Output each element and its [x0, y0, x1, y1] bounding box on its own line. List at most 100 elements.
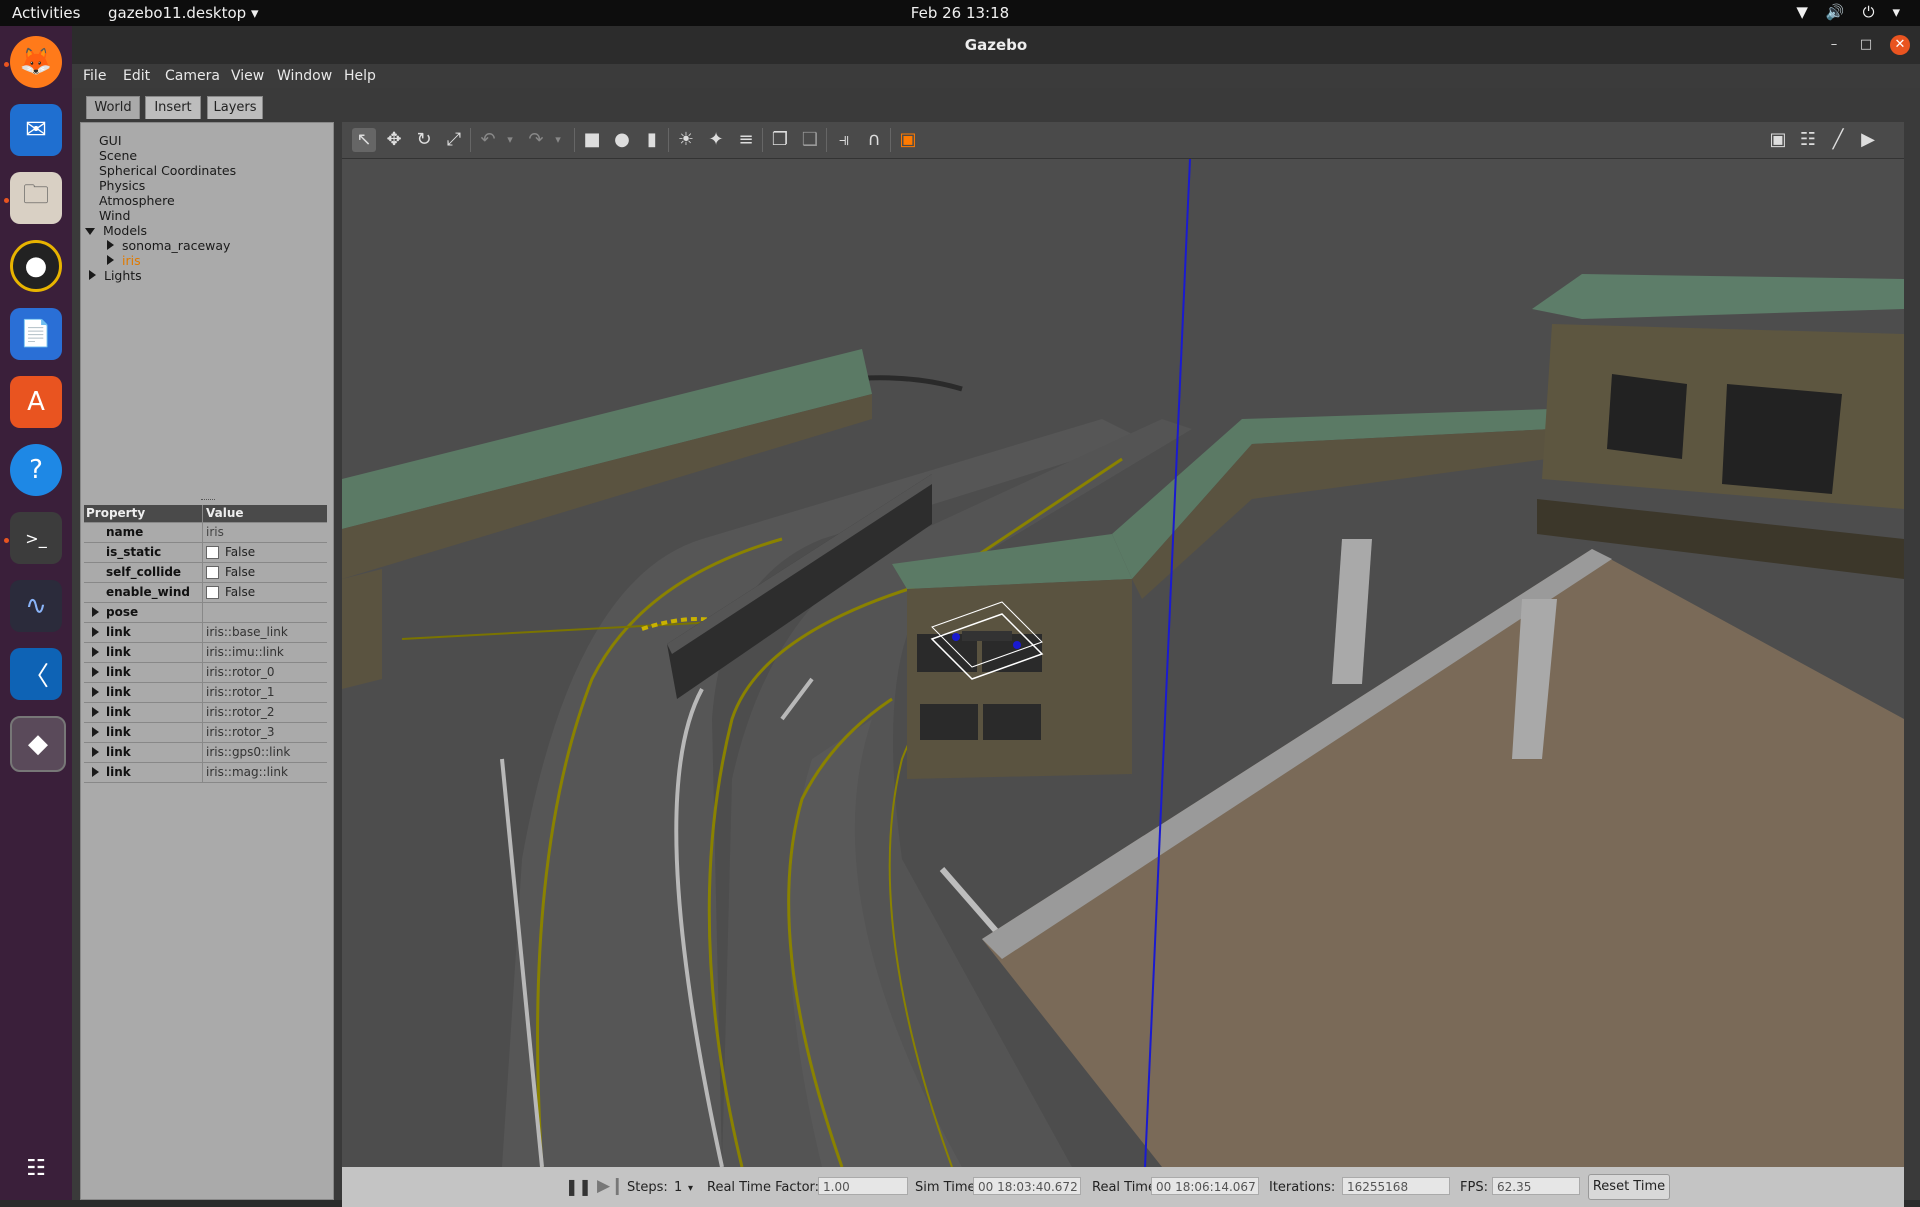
help-icon[interactable]: ? — [10, 444, 62, 496]
property-row-link[interactable]: link iris::rotor_1 — [84, 683, 327, 703]
menu-bar: File Edit Camera View Window Help — [72, 64, 1920, 88]
volume-icon: 🔊 — [1825, 3, 1845, 21]
property-value: iris::gps0::link — [206, 745, 291, 759]
minimize-icon[interactable]: – — [1824, 35, 1844, 55]
writer-icon[interactable]: 📄 — [10, 308, 62, 360]
property-row-link[interactable]: link iris::rotor_3 — [84, 723, 327, 743]
chevron-down-icon[interactable]: ▾ — [546, 128, 570, 152]
property-row-link[interactable]: link iris::mag::link — [84, 763, 327, 783]
tab-layers[interactable]: Layers — [207, 96, 263, 119]
app-menu[interactable]: gazebo11.desktop ▾ — [108, 4, 259, 22]
pause-icon[interactable]: ❚❚ — [565, 1177, 592, 1196]
chevron-down-icon[interactable]: ▾ — [498, 128, 522, 152]
menu-help[interactable]: Help — [344, 68, 376, 84]
column-divider — [202, 603, 203, 622]
snap-icon[interactable]: ∩ — [862, 128, 886, 152]
clock[interactable]: Feb 26 13:18 — [0, 4, 1920, 22]
menu-view[interactable]: View — [231, 68, 264, 84]
property-row-link[interactable]: link iris::imu::link — [84, 643, 327, 663]
maximize-icon[interactable]: □ — [1856, 35, 1876, 55]
scale-mode-icon[interactable]: ⤢ — [442, 128, 466, 152]
undo-icon[interactable]: ↶ — [476, 128, 500, 152]
paste-icon[interactable]: ❑ — [798, 128, 822, 152]
tree-item-iris[interactable]: iris — [107, 253, 141, 268]
software-center-icon[interactable]: A — [10, 376, 62, 428]
expand-right-icon — [92, 767, 99, 777]
copy-icon[interactable]: ❐ — [768, 128, 792, 152]
files-icon[interactable]: 🗀 — [10, 172, 62, 224]
dock: 🦊 ✉ 🗀 ● 📄 A ? >_ ∿ 〈 ◆ ☷ — [0, 26, 72, 1200]
window-titlebar[interactable]: Gazebo – □ ✕ — [72, 26, 1920, 64]
tree-item-spherical-coordinates[interactable]: Spherical Coordinates — [99, 163, 236, 178]
property-row-link[interactable]: link iris::base_link — [84, 623, 327, 643]
tree-item-physics[interactable]: Physics — [99, 178, 145, 193]
splitter-handle[interactable] — [201, 499, 215, 502]
enable-wind-checkbox[interactable] — [206, 586, 219, 599]
tab-world[interactable]: World — [86, 96, 140, 119]
property-value[interactable]: iris — [206, 525, 224, 539]
firefox-icon[interactable]: 🦊 — [10, 36, 62, 88]
point-light-icon[interactable]: ☀ — [674, 128, 698, 152]
property-key: is_static — [106, 545, 162, 559]
scene-toolbar: ↖ ✥ ↻ ⤢ ↶ ▾ ↷ ▾ ■ ● ▮ ☀ ✦ ≡ ❐ ❑ ⫣ ∩ ▣ ▣ … — [342, 122, 1904, 159]
gazebo-window: Gazebo – □ ✕ File Edit Camera View Windo… — [72, 26, 1920, 1207]
real-time-factor-field: 1.00 — [818, 1177, 908, 1195]
tree-item-models[interactable]: Models — [85, 223, 147, 238]
tree-item-gui[interactable]: GUI — [99, 133, 122, 148]
change-view-icon[interactable]: ▣ — [896, 128, 920, 152]
select-mode-icon[interactable]: ↖ — [352, 128, 376, 152]
property-value: iris::rotor_2 — [206, 705, 275, 719]
scene-viewport[interactable] — [342, 159, 1904, 1167]
sphere-shape-icon[interactable]: ● — [610, 128, 634, 152]
menu-camera[interactable]: Camera — [165, 68, 220, 84]
vscode-icon[interactable]: 〈 — [10, 648, 62, 700]
property-value: iris::imu::link — [206, 645, 284, 659]
iterations-label: Iterations: — [1269, 1180, 1336, 1195]
redo-icon[interactable]: ↷ — [524, 128, 548, 152]
step-icon[interactable]: ▶❙ — [597, 1176, 624, 1196]
tree-item-sonoma-raceway[interactable]: sonoma_raceway — [107, 238, 230, 253]
spot-light-icon[interactable]: ✦ — [704, 128, 728, 152]
video-record-icon[interactable]: ▶ — [1856, 128, 1880, 152]
terminal-icon[interactable]: >_ — [10, 512, 62, 564]
directional-light-icon[interactable]: ≡ — [734, 128, 758, 152]
rhythmbox-icon[interactable]: ● — [10, 240, 62, 292]
plot-icon[interactable]: ╱ — [1826, 128, 1850, 152]
self-collide-checkbox[interactable] — [206, 566, 219, 579]
steps-value[interactable]: 1 — [674, 1180, 682, 1195]
property-row-pose[interactable]: pose — [84, 603, 327, 623]
screenshot-icon[interactable]: ▣ — [1766, 128, 1790, 152]
cylinder-shape-icon[interactable]: ▮ — [640, 128, 664, 152]
rotate-mode-icon[interactable]: ↻ — [412, 128, 436, 152]
tree-item-lights[interactable]: Lights — [89, 268, 142, 283]
property-key: link — [106, 705, 131, 719]
tab-insert[interactable]: Insert — [145, 96, 201, 119]
property-row-link[interactable]: link iris::gps0::link — [84, 743, 327, 763]
box-shape-icon[interactable]: ■ — [580, 128, 604, 152]
system-tray[interactable]: ▼ 🔊 ⏻ ▾ — [1796, 3, 1900, 21]
tree-item-scene[interactable]: Scene — [99, 148, 137, 163]
tree-item-atmosphere[interactable]: Atmosphere — [99, 193, 175, 208]
reset-time-button[interactable]: Reset Time — [1588, 1174, 1670, 1200]
expand-right-icon — [92, 687, 99, 697]
menu-window[interactable]: Window — [277, 68, 332, 84]
property-row-link[interactable]: link iris::rotor_0 — [84, 663, 327, 683]
activities-button[interactable]: Activities — [12, 4, 80, 22]
show-apps-icon[interactable]: ☷ — [10, 1142, 62, 1194]
system-monitor-icon[interactable]: ∿ — [10, 580, 62, 632]
gazebo-icon[interactable]: ◆ — [10, 716, 66, 772]
chevron-down-icon[interactable]: ▾ — [688, 1183, 693, 1194]
align-icon[interactable]: ⫣ — [832, 128, 856, 152]
property-row-link[interactable]: link iris::rotor_2 — [84, 703, 327, 723]
close-icon[interactable]: ✕ — [1890, 35, 1910, 55]
log-icon[interactable]: ☷ — [1796, 128, 1820, 152]
menu-edit[interactable]: Edit — [123, 68, 150, 84]
translate-mode-icon[interactable]: ✥ — [382, 128, 406, 152]
is-static-checkbox[interactable] — [206, 546, 219, 559]
tree-item-wind[interactable]: Wind — [99, 208, 130, 223]
thunderbird-icon[interactable]: ✉ — [10, 104, 62, 156]
menu-file[interactable]: File — [83, 68, 106, 84]
expand-right-icon — [107, 240, 114, 250]
property-value: iris::rotor_1 — [206, 685, 275, 699]
sim-time-field: 00 18:03:40.672 — [973, 1177, 1081, 1195]
